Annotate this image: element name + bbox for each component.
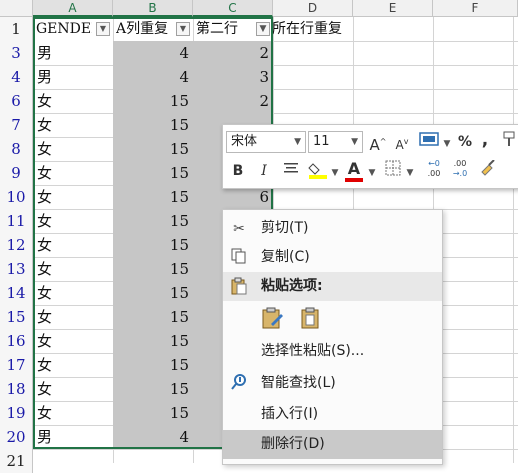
menu-item-label: 选择性粘贴(S)...	[261, 343, 365, 359]
increase-decimal-bottom: .00	[427, 169, 441, 178]
fill-color-icon[interactable]	[307, 160, 329, 182]
cell-gender[interactable]	[37, 449, 111, 473]
menu-item-label: 智能查找(L)	[261, 375, 336, 391]
menu-item-cut[interactable]: ✂ 剪切(T)	[223, 214, 442, 243]
chevron-down-icon[interactable]: ▼	[442, 131, 452, 153]
menu-item-delete-row[interactable]: 删除行(D)	[223, 430, 442, 459]
row-header[interactable]: 11	[0, 209, 33, 233]
decrease-decimal-top: .00	[453, 159, 467, 168]
font-color-button[interactable]: A	[344, 158, 364, 182]
menu-item-label: 剪切(T)	[261, 220, 309, 236]
increase-font-size-button[interactable]: A^	[369, 131, 387, 154]
align-center-icon[interactable]	[281, 160, 301, 182]
row-header[interactable]: 14	[0, 281, 33, 305]
borders-icon[interactable]	[383, 160, 403, 182]
row-header[interactable]: 13	[0, 257, 33, 281]
chevron-down-icon[interactable]: ▼	[294, 132, 301, 152]
row-header[interactable]: 21	[0, 449, 33, 473]
row-header[interactable]: 9	[0, 161, 33, 185]
decrease-decimal-button[interactable]: .00 →.0	[449, 159, 471, 181]
increase-font-glyph: A	[369, 136, 380, 154]
row-header[interactable]: 1	[0, 17, 33, 41]
row-header[interactable]: 19	[0, 401, 33, 425]
font-name-value: 宋体	[231, 134, 258, 149]
decrease-font-glyph: A	[395, 138, 404, 152]
row-header[interactable]: 16	[0, 329, 33, 353]
column-header-c[interactable]: C	[193, 0, 273, 17]
column-header-d[interactable]: D	[273, 0, 353, 17]
chevron-down-icon[interactable]: ▼	[367, 160, 377, 182]
menu-section-paste-options: 粘贴选项:	[223, 272, 442, 301]
font-name-select[interactable]: 宋体 ▼	[226, 131, 306, 153]
scissors-icon: ✂	[233, 221, 245, 237]
cell-a-repeat[interactable]	[113, 449, 189, 473]
row-header[interactable]: 4	[0, 65, 33, 89]
bold-button[interactable]: B	[229, 160, 247, 182]
context-menu: ✂ 剪切(T) 复制(C) 粘贴选项: 选择性粘贴(S)... 智能查找(L) …	[222, 209, 443, 465]
number-format-icon[interactable]	[417, 131, 441, 153]
decrease-font-size-button[interactable]: Av	[393, 131, 411, 153]
menu-item-label: 插入行(I)	[261, 406, 319, 422]
chevron-down-icon[interactable]: ▼	[330, 160, 340, 182]
paste-values-icon[interactable]	[299, 306, 323, 330]
menu-item-insert-row[interactable]: 插入行(I)	[223, 400, 442, 429]
menu-item-copy[interactable]: 复制(C)	[223, 243, 442, 272]
row-header[interactable]: 18	[0, 377, 33, 401]
menu-item-paste-special[interactable]: 选择性粘贴(S)...	[223, 337, 442, 366]
format-painter-icon[interactable]	[501, 131, 517, 153]
gridline	[513, 0, 514, 463]
row-header[interactable]: 7	[0, 113, 33, 137]
row-header[interactable]: 8	[0, 137, 33, 161]
comma-style-button[interactable]: ,	[478, 129, 492, 151]
row-header[interactable]: 12	[0, 233, 33, 257]
mini-toolbar: 宋体 ▼ 11 ▼ A^ Av ▼ % , B I ▼ A ▼ ▼ ←0 .00…	[222, 124, 518, 189]
clear-format-icon[interactable]	[477, 159, 497, 182]
menu-item-label: 粘贴选项:	[261, 278, 323, 294]
column-header-a[interactable]: A	[33, 0, 113, 17]
paste-formulas-icon[interactable]	[261, 306, 285, 330]
font-size-value: 11	[313, 134, 330, 149]
select-all-corner[interactable]	[0, 0, 33, 17]
column-header-f[interactable]: F	[433, 0, 518, 17]
percent-button[interactable]: %	[456, 131, 474, 153]
row-header[interactable]: 17	[0, 353, 33, 377]
copy-icon	[229, 248, 249, 268]
header-cell-row-repeat[interactable]: 所在行重复	[272, 17, 362, 41]
italic-button[interactable]: I	[255, 160, 273, 182]
chevron-down-icon[interactable]: ▼	[405, 160, 415, 182]
increase-decimal-button[interactable]: ←0 .00	[423, 159, 445, 181]
menu-item-label: 复制(C)	[261, 249, 310, 265]
row-header[interactable]: 15	[0, 305, 33, 329]
column-header-e[interactable]: E	[353, 0, 433, 17]
row-header[interactable]: 20	[0, 425, 33, 449]
menu-item-smart-lookup[interactable]: 智能查找(L)	[223, 369, 442, 398]
paste-icon	[229, 277, 249, 297]
smart-lookup-icon	[229, 374, 249, 394]
font-color-glyph: A	[347, 159, 361, 178]
row-header[interactable]: 6	[0, 89, 33, 113]
chevron-down-icon[interactable]: ▼	[351, 132, 358, 152]
font-size-select[interactable]: 11 ▼	[308, 131, 363, 153]
increase-decimal-top: ←0	[428, 159, 440, 168]
column-header-b[interactable]: B	[113, 0, 193, 17]
menu-item-label: 删除行(D)	[261, 436, 325, 452]
row-header[interactable]: 10	[0, 185, 33, 209]
decrease-decimal-bottom: →.0	[452, 169, 468, 178]
row-header[interactable]: 3	[0, 41, 33, 65]
